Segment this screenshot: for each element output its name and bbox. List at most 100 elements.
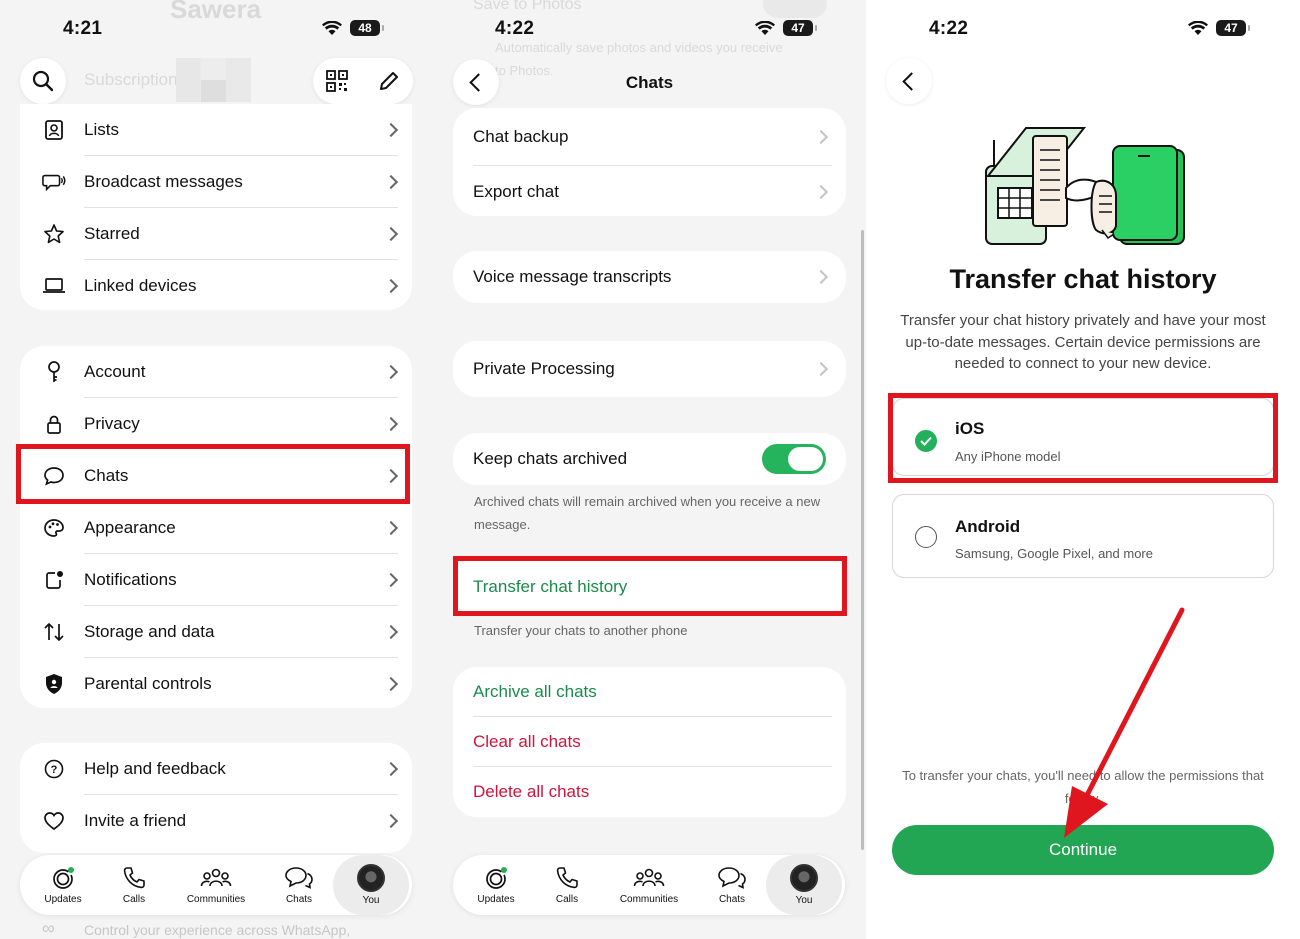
transfer-note: Transfer your chats to another phone (474, 623, 688, 638)
export-chat-label: Export chat (473, 182, 559, 201)
tab-you[interactable]: You (333, 855, 409, 915)
settings-item-starred[interactable]: Starred (20, 208, 412, 260)
tab-label: Chats (718, 894, 746, 905)
clear-all-item[interactable]: Clear all chats (453, 717, 846, 767)
voice-transcripts-item[interactable]: Voice message transcripts (453, 251, 846, 303)
settings-item-notifications[interactable]: Notifications (20, 554, 412, 606)
tab-updates[interactable]: Updates (460, 855, 532, 915)
settings-item-parental-controls[interactable]: Parental controls (20, 658, 412, 710)
radio-icon (915, 526, 937, 548)
settings-item-label: Account (84, 362, 146, 381)
chevron-right-icon (383, 364, 399, 380)
battery-indicator: 47 (1216, 20, 1250, 36)
archive-all-label: Archive all chats (473, 682, 597, 701)
tab-label: You (362, 895, 380, 906)
settings-item-linked-devices[interactable]: Linked devices (20, 260, 412, 312)
tab-label: You (795, 895, 813, 906)
battery-indicator: 48 (350, 20, 384, 36)
tab-bar: Updates Calls Communities Chats You (453, 855, 845, 915)
edit-button[interactable] (377, 69, 401, 93)
tab-label: Calls (555, 894, 579, 905)
archive-all-item[interactable]: Archive all chats (453, 667, 846, 717)
highlight-chats-box (16, 444, 410, 504)
keep-archived-label: Keep chats archived (473, 449, 628, 468)
settings-item-label: Starred (84, 224, 140, 243)
tab-communities[interactable]: Communities (613, 855, 685, 915)
settings-item-invite[interactable]: Invite a friend (20, 795, 412, 847)
settings-item-privacy[interactable]: Privacy (20, 398, 412, 450)
scrollbar[interactable] (861, 230, 864, 850)
back-button[interactable] (886, 58, 932, 104)
meta-icon-ghost: ∞ (42, 918, 55, 938)
keep-archived-toggle[interactable] (762, 444, 826, 474)
qr-code-button[interactable] (325, 69, 349, 93)
settings-item-label: Lists (84, 120, 119, 139)
settings-item-label: Appearance (84, 518, 176, 537)
chevron-right-icon (383, 676, 399, 692)
settings-item-label: Invite a friend (84, 811, 187, 830)
tab-updates[interactable]: Updates (27, 855, 99, 915)
tab-you[interactable]: You (766, 855, 842, 915)
option-android-title: Android (955, 517, 1021, 536)
tab-label: Calls (122, 894, 146, 905)
communities-icon (633, 868, 665, 887)
export-chat-item[interactable]: Export chat (453, 165, 846, 219)
ghost-text-1: Automatically save photos and videos you… (495, 40, 783, 55)
settings-item-label: Storage and data (84, 622, 215, 641)
highlight-transfer-box (453, 556, 847, 616)
settings-item-label: Linked devices (84, 276, 197, 295)
transfer-history-screen: 4:22 47 Transfer chat history Transfer y… (866, 0, 1300, 939)
tab-calls[interactable]: Calls (531, 855, 603, 915)
tab-label: Communities (619, 894, 679, 905)
settings-item-account[interactable]: Account (20, 346, 412, 398)
settings-group-main: Account Privacy Chats Appearance Notific… (20, 346, 412, 708)
description: Transfer your chat history privately and… (900, 312, 1266, 372)
tab-chats[interactable]: Chats (263, 855, 335, 915)
star-icon (42, 222, 66, 246)
chat-backup-item[interactable]: Chat backup (453, 110, 846, 164)
status-time: 4:22 (495, 18, 535, 39)
arrows-updown-icon (42, 620, 66, 644)
status-time: 4:22 (929, 18, 969, 39)
settings-item-appearance[interactable]: Appearance (20, 502, 412, 554)
keep-archived-item: Keep chats archived (453, 433, 846, 485)
status-time: 4:21 (63, 18, 103, 39)
tab-bar: Updates Calls Communities Chats You (20, 855, 412, 915)
avatar (790, 864, 818, 892)
tab-label: Updates (44, 894, 82, 905)
private-processing-item[interactable]: Private Processing (453, 341, 846, 397)
tab-calls[interactable]: Calls (98, 855, 170, 915)
chat-backup-label: Chat backup (473, 127, 569, 146)
backup-group: Chat backup Export chat (453, 108, 846, 216)
option-android-subtitle: Samsung, Google Pixel, and more (955, 546, 1153, 561)
svg-text:?: ? (51, 764, 58, 776)
chats-settings-screen: Save to Photos Automatically save photos… (433, 0, 866, 939)
tab-chats[interactable]: Chats (696, 855, 768, 915)
search-icon (32, 70, 54, 92)
private-processing-label: Private Processing (473, 359, 615, 378)
tab-label: Updates (477, 894, 515, 905)
settings-item-lists[interactable]: Lists (20, 104, 412, 156)
delete-all-item[interactable]: Delete all chats (453, 767, 846, 817)
chevron-right-icon (383, 174, 399, 190)
chevron-right-icon (813, 361, 829, 377)
notification-icon (42, 568, 66, 592)
pencil-icon (380, 72, 398, 90)
chats-icon (285, 867, 313, 889)
delete-all-label: Delete all chats (473, 782, 590, 801)
tab-communities[interactable]: Communities (180, 855, 252, 915)
option-android[interactable]: Android Samsung, Google Pixel, and more (892, 494, 1274, 578)
phone-transfer-illustration (985, 127, 1185, 245)
ghost-toggle (763, 0, 827, 18)
voice-transcripts-label: Voice message transcripts (473, 267, 672, 286)
help-icon: ? (42, 757, 66, 781)
settings-item-storage[interactable]: Storage and data (20, 606, 412, 658)
broadcast-icon (42, 170, 66, 194)
chevron-right-icon (383, 624, 399, 640)
updates-icon (486, 867, 507, 889)
search-button[interactable] (20, 58, 66, 104)
chevron-right-icon (813, 129, 829, 145)
highlight-ios-box (888, 393, 1278, 483)
settings-item-help[interactable]: ? Help and feedback (20, 743, 412, 795)
settings-item-broadcast[interactable]: Broadcast messages (20, 156, 412, 208)
